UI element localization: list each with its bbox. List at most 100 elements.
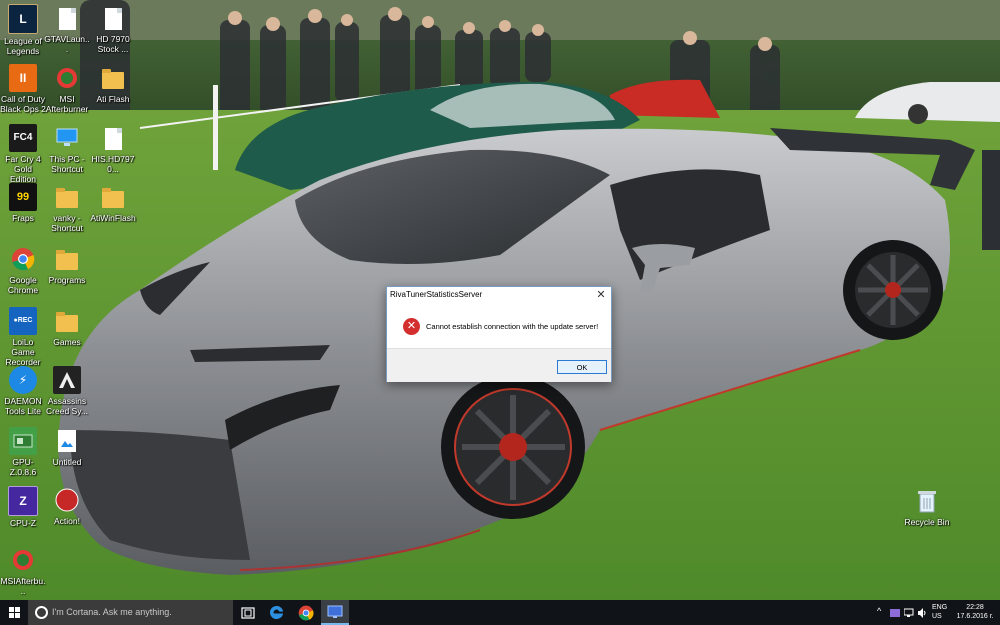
dialog-message: Cannot establish connection with the upd… bbox=[426, 322, 599, 331]
taskbar-edge-button[interactable] bbox=[262, 600, 290, 625]
desktop-icon-hd7970-stock[interactable]: HD 7970 Stock ... bbox=[90, 4, 136, 54]
desktop-icon-far-cry-4[interactable]: FC4 Far Cry 4 Gold Edition bbox=[0, 124, 46, 184]
desktop-icon-google-chrome[interactable]: Google Chrome bbox=[0, 245, 46, 295]
desktop-icon-loilo-game-recorder[interactable]: ●REC LoiLo Game Recorder bbox=[0, 307, 46, 367]
taskbar-rtss-button[interactable] bbox=[321, 600, 349, 625]
clock-time: 22:28 bbox=[966, 604, 984, 611]
windows-logo-icon bbox=[8, 607, 20, 618]
taskbar-chrome-button[interactable] bbox=[292, 600, 320, 625]
taskbar: I'm Cortana. Ask me anything. ^ ENG US 2… bbox=[0, 600, 1000, 625]
desktop-icon-recycle-bin[interactable]: Recycle Bin bbox=[904, 487, 950, 527]
folder-icon bbox=[53, 245, 81, 273]
tray-overflow-chevron[interactable]: ^ bbox=[877, 606, 881, 616]
monitor-icon bbox=[53, 124, 81, 152]
msi-afterburner-icon bbox=[9, 546, 37, 574]
desktop-icon-programs[interactable]: Programs bbox=[44, 245, 90, 285]
language-indicator[interactable]: ENG US bbox=[932, 603, 947, 621]
desktop-icon-daemon-tools[interactable]: ⚡ DAEMON Tools Lite bbox=[0, 366, 46, 416]
desktop-icon-gpu-z[interactable]: GPU-Z.0.8.6 bbox=[0, 427, 46, 477]
desktop-icon-msi-afterburner-2[interactable]: MSIAfterbu... bbox=[0, 546, 46, 596]
desktop-icon-label: Ati Flash bbox=[96, 94, 130, 104]
league-of-legends-icon: L bbox=[8, 4, 38, 34]
desktop-icon-action[interactable]: Action! bbox=[44, 486, 90, 526]
network-icon[interactable] bbox=[904, 608, 914, 618]
desktop-icon-this-pc-shortcut[interactable]: This PC - Shortcut bbox=[44, 124, 90, 174]
far-cry-4-icon: FC4 bbox=[9, 124, 37, 152]
chrome-icon bbox=[9, 245, 37, 273]
desktop-icon-label: Games bbox=[53, 337, 81, 347]
cortana-search-box[interactable]: I'm Cortana. Ask me anything. bbox=[28, 600, 233, 625]
desktop-icon-label: Assassins Creed Sy... bbox=[46, 396, 88, 416]
desktop-icon-label: Fraps bbox=[12, 213, 34, 223]
ok-button[interactable]: OK bbox=[557, 360, 607, 374]
clock[interactable]: 22:28 17.6.2016 г. bbox=[955, 603, 995, 621]
desktop-icon-label: vanky - Shortcut bbox=[51, 213, 83, 233]
desktop-icon-gtavlauncher[interactable]: GTAVLaun... bbox=[44, 4, 90, 54]
desktop-icon-msi-afterburner[interactable]: MSI Afterburner bbox=[44, 64, 90, 114]
desktop-icon-ati-flash[interactable]: Ati Flash bbox=[90, 64, 136, 104]
desktop-icon-label: GTAVLaun... bbox=[44, 34, 90, 54]
clock-date: 17.6.2016 г. bbox=[956, 613, 994, 620]
desktop-icon-label: HIS.HD7970... bbox=[91, 154, 135, 174]
document-icon bbox=[99, 124, 127, 152]
desktop-icon-label: DAEMON Tools Lite bbox=[4, 396, 42, 416]
desktop-icon-assassins-creed[interactable]: Assassins Creed Sy... bbox=[44, 366, 90, 416]
cpu-z-icon: Z bbox=[8, 486, 38, 516]
desktop-icon-label: HD 7970 Stock ... bbox=[96, 34, 130, 54]
desktop-icon-label: Programs bbox=[48, 275, 86, 285]
task-view-icon bbox=[241, 606, 255, 619]
dialog-titlebar[interactable]: RivaTunerStatisticsServer ✕ bbox=[387, 287, 611, 303]
recycle-bin-icon bbox=[913, 487, 941, 515]
desktop-icon-untitled[interactable]: Untitled bbox=[44, 427, 90, 467]
rtss-tray-icon[interactable] bbox=[890, 608, 900, 618]
desktop-icon-label: Recycle Bin bbox=[904, 517, 950, 527]
desktop-icon-cpu-z[interactable]: Z CPU-Z bbox=[0, 486, 46, 528]
start-button[interactable] bbox=[0, 600, 28, 625]
desktop-icon-games[interactable]: Games bbox=[44, 307, 90, 347]
desktop-icon-label: This PC - Shortcut bbox=[49, 154, 85, 174]
chrome-icon bbox=[298, 605, 314, 620]
folder-icon bbox=[99, 64, 127, 92]
error-dialog: RivaTunerStatisticsServer ✕ ✕ Cannot est… bbox=[386, 286, 612, 382]
desktop-icon-vanky-shortcut[interactable]: vanky - Shortcut bbox=[44, 183, 90, 233]
folder-icon bbox=[53, 183, 81, 211]
assassins-creed-icon bbox=[53, 366, 81, 394]
dialog-footer: OK bbox=[387, 348, 611, 382]
desktop-icon-call-of-duty[interactable]: II Call of Duty Black Ops 2 bbox=[0, 64, 46, 114]
desktop-icon-label: Action! bbox=[54, 516, 80, 526]
record-icon bbox=[53, 486, 81, 514]
call-of-duty-icon: II bbox=[9, 64, 37, 92]
cortana-icon bbox=[35, 606, 48, 619]
daemon-tools-icon: ⚡ bbox=[9, 366, 37, 394]
folder-icon bbox=[99, 183, 127, 211]
desktop-icon-label: MSIAfterbu... bbox=[0, 576, 46, 596]
task-view-button[interactable] bbox=[234, 600, 262, 625]
error-icon: ✕ bbox=[403, 318, 420, 335]
desktop-icon-label: League of Legends bbox=[4, 36, 42, 56]
desktop-icon-his-hd7970[interactable]: HIS.HD7970... bbox=[90, 124, 136, 174]
desktop-icon-label: Far Cry 4 Gold Edition bbox=[5, 154, 41, 184]
language-code: ENG bbox=[932, 604, 948, 611]
desktop-icon-label: Untitled bbox=[52, 457, 82, 467]
desktop-icon-atiwinflash[interactable]: AtiWinFlash bbox=[90, 183, 136, 223]
desktop-icon-label: AtiWinFlash bbox=[90, 213, 136, 223]
desktop-icon-league-of-legends[interactable]: L League of Legends bbox=[0, 4, 46, 56]
desktop-icon-label: MSI Afterburner bbox=[45, 94, 89, 114]
cortana-placeholder: I'm Cortana. Ask me anything. bbox=[52, 607, 172, 617]
volume-icon[interactable] bbox=[917, 608, 927, 618]
msi-afterburner-icon bbox=[53, 64, 81, 92]
desktop-icon-label: LoiLo Game Recorder bbox=[5, 337, 41, 367]
monitor-icon bbox=[327, 605, 343, 618]
folder-icon bbox=[53, 307, 81, 335]
document-icon bbox=[53, 4, 81, 32]
dialog-title: RivaTunerStatisticsServer bbox=[390, 290, 483, 299]
dialog-close-button[interactable]: ✕ bbox=[594, 287, 608, 303]
image-file-icon bbox=[53, 427, 81, 455]
language-region: US bbox=[932, 613, 942, 620]
fraps-icon: 99 bbox=[9, 183, 37, 211]
edge-icon bbox=[269, 605, 283, 620]
dialog-body: ✕ Cannot establish connection with the u… bbox=[387, 304, 611, 348]
document-icon bbox=[99, 4, 127, 32]
desktop-icon-fraps[interactable]: 99 Fraps bbox=[0, 183, 46, 223]
desktop-icon-label: Call of Duty Black Ops 2 bbox=[0, 94, 46, 114]
